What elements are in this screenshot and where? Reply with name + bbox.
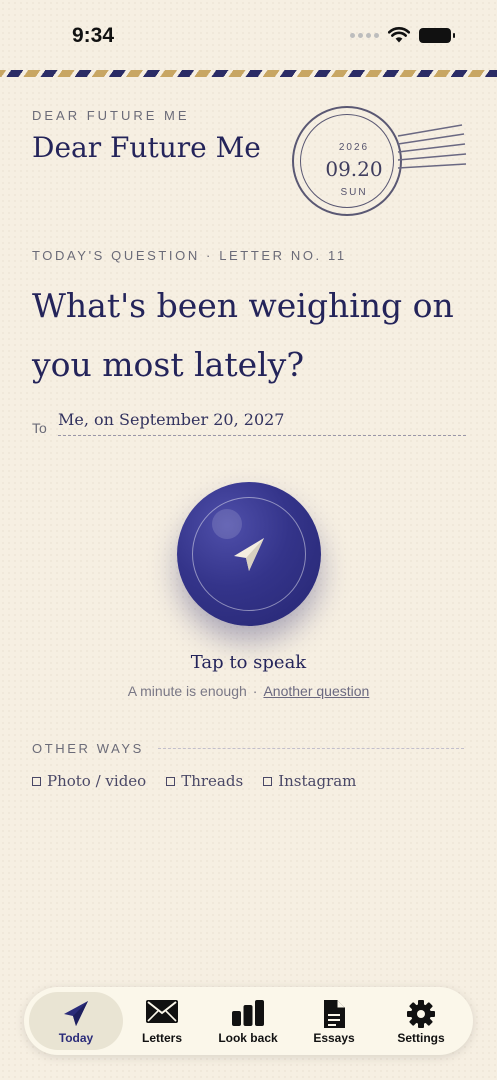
tab-label: Today: [58, 1031, 94, 1045]
option-threads[interactable]: Threads: [166, 772, 243, 790]
postmark-day: SUN: [340, 187, 368, 198]
postmark-date: 09.20: [325, 157, 383, 181]
tap-to-speak-label: Tap to speak: [190, 652, 307, 673]
checkbox[interactable]: [166, 776, 176, 786]
option-label: Instagram: [278, 772, 357, 790]
wifi-icon: [388, 27, 410, 43]
document-icon: [324, 1000, 345, 1028]
postmark-inner-ring: 2026 09.20 SUN: [300, 114, 394, 208]
option-photo-video[interactable]: Photo / video: [32, 772, 146, 790]
checkbox[interactable]: [263, 776, 273, 786]
question-label: TODAY'S QUESTION · LETTER NO. 11: [32, 248, 347, 263]
bar-chart-icon: [232, 1000, 264, 1026]
tab-label: Settings: [397, 1031, 445, 1045]
option-label: Threads: [181, 772, 244, 790]
battery-icon: [419, 27, 455, 43]
other-ways-options: Photo / video Threads Instagram: [32, 772, 356, 790]
brand-title: Dear Future Me: [32, 131, 261, 164]
tab-today[interactable]: Today: [31, 987, 121, 1055]
tab-bar: Today Letters Look back Essays Settings: [24, 987, 473, 1055]
status-time: 9:34: [72, 24, 115, 47]
status-icons: [350, 27, 455, 43]
tap-to-speak-button[interactable]: [177, 482, 321, 626]
tab-label: Letters: [141, 1031, 182, 1045]
gear-icon: [407, 1000, 435, 1028]
another-question-link[interactable]: Another question: [263, 683, 369, 699]
divider: [158, 748, 464, 749]
paper-plane-icon: [64, 1001, 88, 1026]
postmark-year: 2026: [338, 142, 370, 153]
postmark-lines-icon: [397, 124, 467, 169]
separator: ·: [252, 683, 258, 699]
postmark-stamp: 2026 09.20 SUN: [292, 106, 402, 216]
other-ways-label: OTHER WAYS: [32, 741, 144, 756]
to-label: To: [32, 420, 47, 436]
tab-settings[interactable]: Settings: [376, 987, 466, 1055]
envelope-icon: [146, 1000, 178, 1023]
record-hint-row: A minute is enough · Another question: [0, 683, 497, 699]
tab-label: Look back: [218, 1031, 278, 1045]
signal-dots-icon: [350, 32, 379, 38]
checkbox[interactable]: [32, 776, 41, 786]
option-label: Photo / video: [47, 772, 147, 790]
tab-letters[interactable]: Letters: [117, 987, 207, 1055]
record-hint: A minute is enough: [127, 683, 247, 699]
airmail-stripe: [0, 70, 497, 77]
brand-subtitle: DEAR FUTURE ME: [32, 108, 190, 123]
question-text: What's been weighing on you most lately?: [32, 286, 454, 384]
tab-essays[interactable]: Essays: [289, 987, 379, 1055]
option-instagram[interactable]: Instagram: [263, 772, 356, 790]
paper-plane-icon: [234, 538, 264, 571]
recipient-field[interactable]: Me, on September 20, 2027: [58, 408, 466, 436]
tab-look-back[interactable]: Look back: [203, 987, 293, 1055]
tab-label: Essays: [313, 1031, 355, 1045]
status-bar: 9:34: [0, 0, 497, 70]
